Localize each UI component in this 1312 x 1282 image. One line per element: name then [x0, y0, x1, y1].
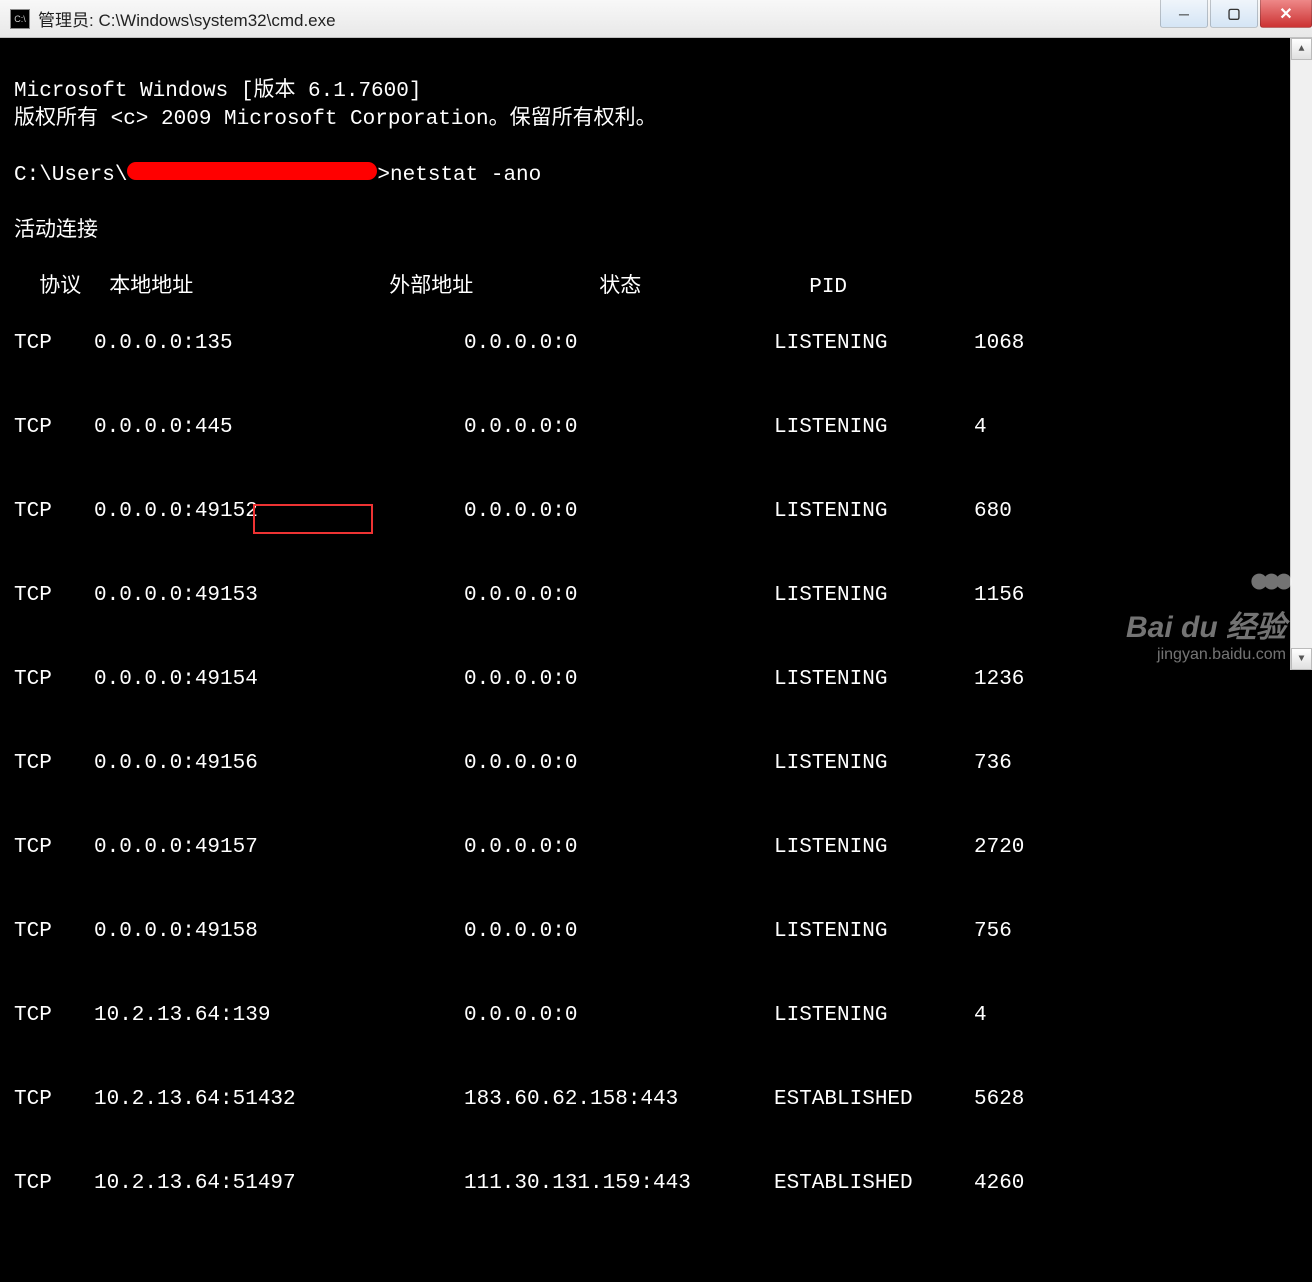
close-button[interactable]: ✕ [1260, 0, 1312, 28]
cell-pid: 680 [974, 498, 1012, 526]
cell-foreign: 0.0.0.0:0 [464, 414, 774, 442]
section-title: 活动连接 [14, 220, 98, 243]
cell-pid: 4260 [974, 1170, 1024, 1198]
close-icon: ✕ [1279, 4, 1292, 24]
cell-state: ESTABLISHED [774, 1086, 974, 1114]
banner-line-1: Microsoft Windows [版本 6.1.7600] [14, 80, 421, 103]
table-row: TCP0.0.0.0:491530.0.0.0:0LISTENING1156 [14, 582, 1312, 610]
cell-pid: 1068 [974, 330, 1024, 358]
cell-foreign: 0.0.0.0:0 [464, 750, 774, 778]
cell-foreign: 0.0.0.0:0 [464, 1002, 774, 1030]
cell-foreign: 0.0.0.0:0 [464, 498, 774, 526]
cell-local: 0.0.0.0:49158 [94, 918, 464, 946]
cell-proto: TCP [14, 834, 94, 862]
maximize-button[interactable]: ▢ [1210, 0, 1258, 28]
table-row: TCP10.2.13.64:51432183.60.62.158:443ESTA… [14, 1086, 1312, 1114]
cell-local: 0.0.0.0:49157 [94, 834, 464, 862]
cmd-icon: C:\ [10, 9, 30, 29]
window-controls: ─ ▢ ✕ [1158, 0, 1312, 30]
cell-state: LISTENING [774, 498, 974, 526]
cell-pid: 756 [974, 918, 1012, 946]
cell-proto: TCP [14, 1086, 94, 1114]
cell-pid: 4 [974, 1002, 987, 1030]
header-protocol: 协议 [39, 274, 109, 302]
table-row: TCP0.0.0.0:491560.0.0.0:0LISTENING736 [14, 750, 1312, 778]
table-row: TCP0.0.0.0:491520.0.0.0:0LISTENING680 [14, 498, 1312, 526]
table-row: TCP10.2.13.64:51497111.30.131.159:443EST… [14, 1170, 1312, 1198]
table-row: TCP0.0.0.0:491540.0.0.0:0LISTENING1236 [14, 666, 1312, 694]
cell-state: LISTENING [774, 666, 974, 694]
header-local: 本地地址 [109, 274, 389, 302]
cell-proto: TCP [14, 1170, 94, 1198]
table-row: TCP10.2.13.64:1390.0.0.0:0LISTENING4 [14, 1002, 1312, 1030]
cell-state: LISTENING [774, 414, 974, 442]
cell-pid: 4 [974, 414, 987, 442]
table-row: TCP0.0.0.0:491570.0.0.0:0LISTENING2720 [14, 834, 1312, 862]
header-pid: PID [809, 276, 847, 299]
cell-local: 10.2.13.64:139 [94, 1002, 464, 1030]
cell-local: 0.0.0.0:49152 [94, 498, 464, 526]
cell-proto: TCP [14, 414, 94, 442]
banner-line-2a: 版权所有 <c> 2009 Microsoft Corporation。 [14, 108, 510, 131]
cell-proto: TCP [14, 1002, 94, 1030]
cell-state: LISTENING [774, 918, 974, 946]
cell-local: 0.0.0.0:135 [94, 330, 464, 358]
cell-foreign: 183.60.62.158:443 [464, 1086, 774, 1114]
cell-pid: 5628 [974, 1086, 1024, 1114]
cell-foreign: 0.0.0.0:0 [464, 330, 774, 358]
cell-foreign: 0.0.0.0:0 [464, 666, 774, 694]
cell-state: ESTABLISHED [774, 1170, 974, 1198]
cell-state: LISTENING [774, 750, 974, 778]
cell-proto: TCP [14, 750, 94, 778]
cell-local: 0.0.0.0:49154 [94, 666, 464, 694]
cell-foreign: 111.30.131.159:443 [464, 1170, 774, 1198]
cell-local: 10.2.13.64:51497 [94, 1170, 464, 1198]
minimize-button[interactable]: ─ [1160, 0, 1208, 28]
cell-pid: 2720 [974, 834, 1024, 862]
table-row: TCP0.0.0.0:4450.0.0.0:0LISTENING4 [14, 414, 1312, 442]
cell-local: 0.0.0.0:445 [94, 414, 464, 442]
scroll-down-button[interactable]: ▼ [1291, 648, 1312, 670]
cell-pid: 1156 [974, 582, 1024, 610]
cell-pid: 1236 [974, 666, 1024, 694]
window-title: 管理员: C:\Windows\system32\cmd.exe [38, 6, 336, 31]
prompt-suffix: > [377, 164, 390, 187]
header-state: 状态 [599, 274, 809, 302]
cell-foreign: 0.0.0.0:0 [464, 918, 774, 946]
cell-proto: TCP [14, 498, 94, 526]
scroll-up-button[interactable]: ▲ [1291, 38, 1312, 60]
cell-proto: TCP [14, 666, 94, 694]
terminal-output[interactable]: Microsoft Windows [版本 6.1.7600] 版权所有 <c>… [0, 38, 1312, 670]
window-titlebar: C:\ 管理员: C:\Windows\system32\cmd.exe ─ ▢… [0, 0, 1312, 38]
cell-local: 0.0.0.0:49153 [94, 582, 464, 610]
cell-state: LISTENING [774, 330, 974, 358]
command-text: netstat -ano [390, 164, 541, 187]
cell-local: 10.2.13.64:51432 [94, 1086, 464, 1114]
cell-proto: TCP [14, 330, 94, 358]
cell-foreign: 0.0.0.0:0 [464, 582, 774, 610]
cell-proto: TCP [14, 918, 94, 946]
cell-proto: TCP [14, 582, 94, 610]
banner-line-2b: 保留所有权利。 [510, 108, 657, 131]
redacted-username [127, 162, 377, 180]
cell-local: 0.0.0.0:49156 [94, 750, 464, 778]
cell-state: LISTENING [774, 582, 974, 610]
maximize-icon: ▢ [1227, 5, 1240, 22]
cell-foreign: 0.0.0.0:0 [464, 834, 774, 862]
header-foreign: 外部地址 [389, 274, 599, 302]
prompt-prefix: C:\Users\ [14, 164, 127, 187]
cell-state: LISTENING [774, 1002, 974, 1030]
vertical-scrollbar[interactable]: ▲ ▼ [1290, 38, 1312, 670]
minimize-icon: ─ [1179, 6, 1189, 22]
table-row: TCP0.0.0.0:491580.0.0.0:0LISTENING756 [14, 918, 1312, 946]
cell-state: LISTENING [774, 834, 974, 862]
table-row: TCP0.0.0.0:1350.0.0.0:0LISTENING1068 [14, 330, 1312, 358]
cell-pid: 736 [974, 750, 1012, 778]
